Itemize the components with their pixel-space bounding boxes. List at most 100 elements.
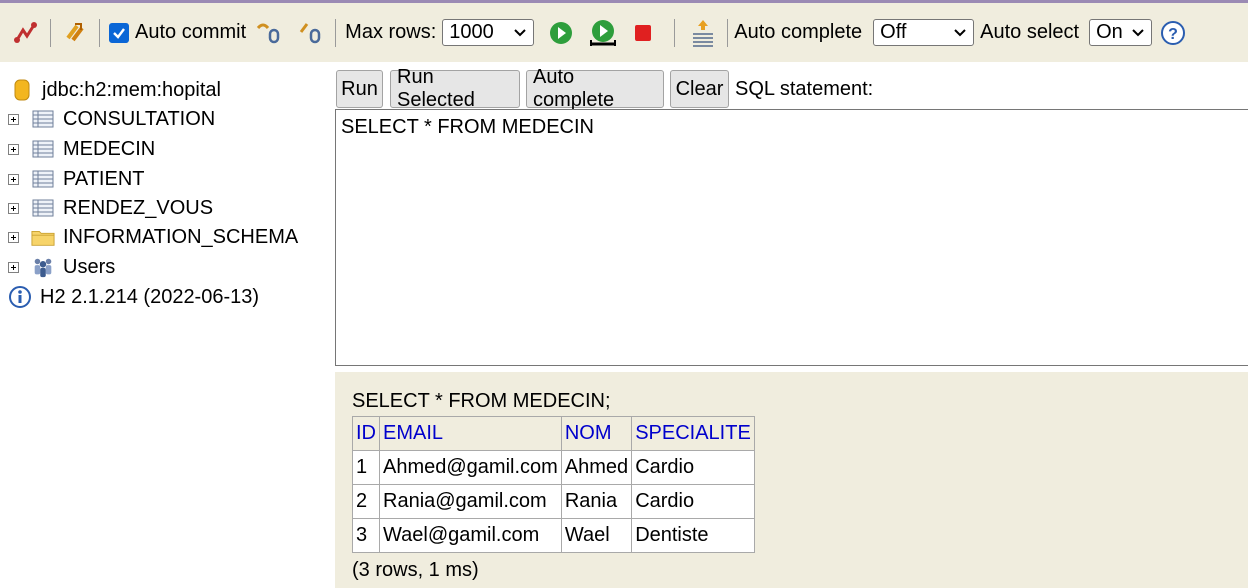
tree-table-patient[interactable]: PATIENT — [8, 165, 144, 193]
sql-editor[interactable]: SELECT * FROM MEDECIN — [335, 109, 1248, 366]
chevron-down-icon — [1132, 28, 1144, 36]
executed-query: SELECT * FROM MEDECIN; — [352, 390, 611, 412]
tree-version: H2 2.1.214 (2022-06-13) — [8, 283, 259, 311]
tree-users[interactable]: Users — [8, 253, 115, 281]
table-header-row: ID EMAIL NOM SPECIALITE — [352, 416, 755, 451]
stop-button[interactable] — [628, 18, 658, 48]
expand-icon[interactable] — [8, 231, 19, 243]
help-icon: ? — [1161, 20, 1186, 45]
auto-select-value: On — [1096, 21, 1123, 43]
table-label: PATIENT — [63, 167, 145, 190]
auto-complete-select[interactable]: Off — [873, 19, 975, 46]
table-row: 2 Rania@gamil.com Rania Cardio — [352, 484, 755, 519]
table-row: 3 Wael@gamil.com Wael Dentiste — [352, 518, 755, 553]
version-label: H2 2.1.214 (2022-06-13) — [40, 285, 260, 308]
users-label: Users — [63, 255, 116, 278]
schema-tree: jdbc:h2:mem:hopital CONSULTATION MEDECIN… — [0, 62, 335, 588]
users-icon — [31, 255, 55, 279]
table-row: 1 Ahmed@gamil.com Ahmed Cardio — [352, 450, 755, 485]
folder-icon — [31, 225, 55, 249]
expand-icon[interactable] — [8, 113, 19, 125]
history-button[interactable] — [688, 18, 718, 48]
expand-icon[interactable] — [8, 261, 19, 273]
auto-select-label: Auto select — [980, 21, 1080, 43]
checkmark-icon — [113, 27, 125, 39]
stop-icon — [635, 24, 652, 41]
clear-button[interactable]: Clear — [670, 70, 729, 108]
run-selected-query-button[interactable]: Run Selected — [390, 66, 520, 111]
tree-table-medecin[interactable]: MEDECIN — [8, 135, 155, 163]
connection-label: jdbc:h2:mem:hopital — [42, 78, 221, 101]
expand-icon[interactable] — [8, 143, 19, 155]
auto-complete-value: Off — [880, 21, 907, 43]
table-cell: Rania@gamil.com — [379, 484, 562, 519]
run-button[interactable] — [546, 18, 576, 48]
commit-icon — [299, 22, 321, 43]
max-rows-value: 1000 — [449, 21, 494, 43]
table-cell: Cardio — [631, 484, 755, 519]
auto-commit-checkbox[interactable] — [109, 22, 129, 43]
disconnect-button[interactable] — [11, 18, 41, 48]
results-panel: SELECT * FROM MEDECIN; ID EMAIL NOM SPEC… — [335, 372, 1248, 588]
rollback-icon — [257, 23, 280, 43]
history-icon — [693, 19, 714, 47]
auto-select-select[interactable]: On — [1089, 19, 1153, 46]
table-icon — [31, 107, 55, 131]
column-header[interactable]: NOM — [560, 416, 633, 451]
schema-label: INFORMATION_SCHEMA — [63, 225, 299, 248]
max-rows-select[interactable]: 1000 — [442, 19, 535, 46]
table-cell: 3 — [352, 518, 380, 553]
run-selected-button[interactable] — [588, 18, 618, 48]
database-icon — [10, 78, 34, 102]
table-cell: Dentiste — [631, 518, 755, 553]
table-icon — [31, 196, 55, 220]
commit-button[interactable] — [296, 18, 326, 48]
disconnect-icon — [14, 21, 37, 43]
table-cell: Cardio — [631, 450, 755, 485]
results-table: ID EMAIL NOM SPECIALITE 1 Ahmed@gamil.co… — [352, 416, 755, 553]
toolbar-divider — [727, 18, 729, 47]
toolbar: Auto commit Max rows: 1000 Auto complete… — [0, 3, 1248, 62]
chevron-down-icon — [954, 28, 966, 36]
toolbar-divider — [335, 18, 337, 47]
sql-statement-label: SQL statement: — [735, 78, 874, 100]
refresh-button[interactable] — [60, 18, 90, 48]
table-cell: Rania — [560, 484, 633, 519]
tree-table-consultation[interactable]: CONSULTATION — [8, 105, 215, 133]
table-icon — [31, 167, 55, 191]
svg-text:?: ? — [1168, 26, 1178, 43]
tree-table-rendez-vous[interactable]: RENDEZ_VOUS — [8, 194, 213, 222]
table-cell: Wael — [560, 518, 633, 553]
run-query-button[interactable]: Run — [336, 70, 383, 108]
play-selected-icon — [590, 19, 617, 46]
rollback-button[interactable] — [254, 18, 284, 48]
column-header[interactable]: SPECIALITE — [631, 416, 755, 451]
column-header[interactable]: EMAIL — [379, 416, 562, 451]
toolbar-divider — [50, 18, 51, 47]
auto-complete-label: Auto complete — [734, 21, 863, 43]
toolbar-divider — [674, 18, 676, 47]
tree-information-schema[interactable]: INFORMATION_SCHEMA — [8, 223, 298, 251]
table-label: CONSULTATION — [63, 107, 216, 130]
play-icon — [550, 21, 573, 44]
expand-icon[interactable] — [8, 173, 19, 185]
auto-complete-button[interactable]: Auto complete — [526, 66, 664, 111]
results-summary: (3 rows, 1 ms) — [352, 559, 479, 581]
table-cell: 2 — [352, 484, 380, 519]
table-cell: Ahmed — [560, 450, 633, 485]
expand-icon[interactable] — [8, 202, 19, 214]
refresh-icon — [66, 22, 84, 41]
table-cell: Wael@gamil.com — [379, 518, 562, 553]
toolbar-divider — [99, 18, 100, 47]
table-label: MEDECIN — [63, 137, 156, 160]
table-label: RENDEZ_VOUS — [63, 196, 214, 219]
table-icon — [31, 137, 55, 161]
column-header[interactable]: ID — [352, 416, 380, 451]
tree-connection[interactable]: jdbc:h2:mem:hopital — [10, 76, 221, 104]
auto-commit-label: Auto commit — [135, 21, 247, 43]
help-button[interactable]: ? — [1158, 18, 1188, 48]
info-icon — [8, 285, 32, 309]
table-cell: 1 — [352, 450, 380, 485]
query-panel: Run Run Selected Auto complete Clear SQL… — [335, 62, 1248, 588]
chevron-down-icon — [514, 28, 526, 36]
